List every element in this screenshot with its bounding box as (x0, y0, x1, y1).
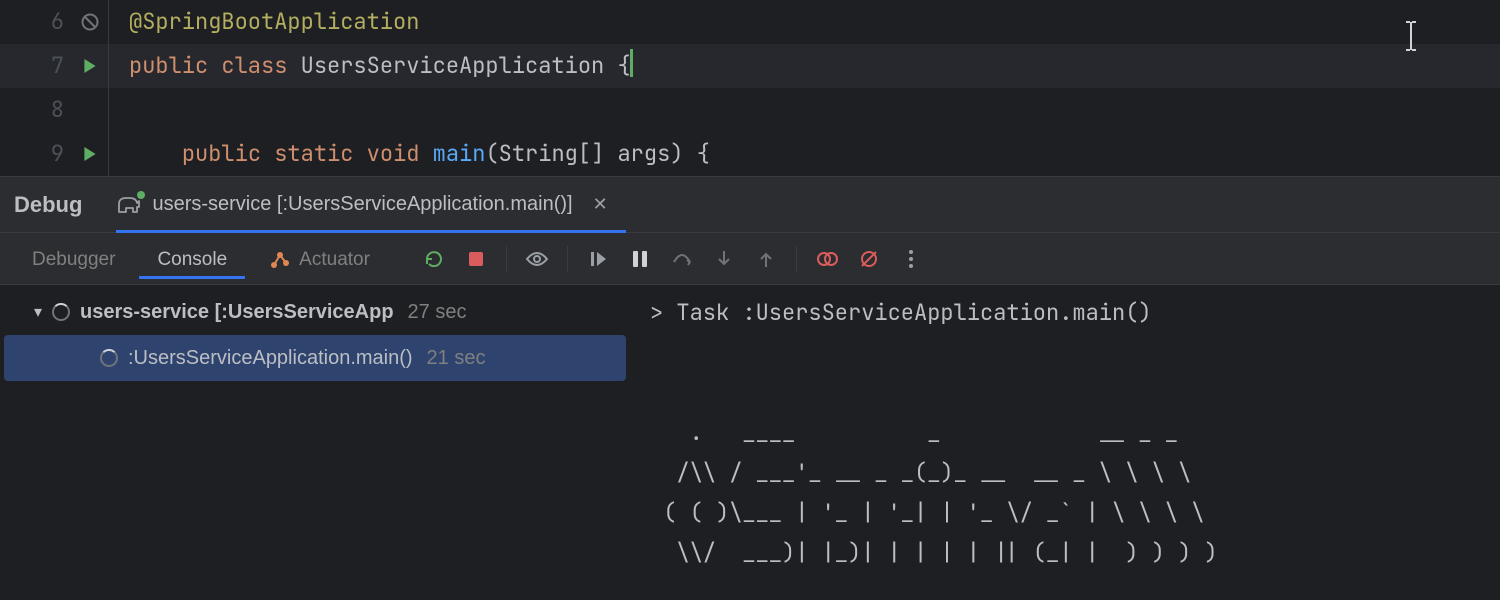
caret (630, 49, 633, 77)
tree-root-row[interactable]: ▾ users-service [:UsersServiceApp 27 sec (0, 289, 630, 335)
type: String[] (499, 139, 605, 168)
debug-toolbar: Debugger Console Actuator (0, 232, 1500, 284)
console-task-line: > Task :UsersServiceApplication.main() (650, 298, 1152, 327)
run-configuration-label: users-service [:UsersServiceApplication.… (152, 193, 572, 216)
show-hide-button[interactable] (519, 241, 555, 277)
view-breakpoints-button[interactable] (809, 241, 845, 277)
tab-actuator[interactable]: Actuator (251, 239, 388, 279)
step-out-button[interactable] (748, 241, 784, 277)
ascii-line: ( ( )\___ | '_ | '_| | '_ \/ _` | \ \ \ … (650, 498, 1204, 527)
line-number: 7 (0, 44, 72, 88)
spinner-icon (52, 303, 70, 321)
debug-tool-window-title[interactable]: Debug (14, 192, 92, 218)
tab-debugger[interactable]: Debugger (14, 239, 133, 279)
spinner-icon (100, 349, 118, 367)
tree-root-time: 27 sec (404, 301, 467, 324)
keyword: public (182, 139, 261, 168)
debug-panel-header: Debug users-service [:UsersServiceApplic… (0, 176, 1500, 232)
tab-actuator-label: Actuator (299, 249, 370, 271)
tab-console[interactable]: Console (139, 239, 245, 279)
more-button[interactable] (893, 241, 929, 277)
paren: ) (670, 139, 683, 168)
rerun-button[interactable] (416, 241, 452, 277)
step-into-button[interactable] (706, 241, 742, 277)
elephant-icon (116, 194, 142, 216)
tree-child-label: :UsersServiceApplication.main() (128, 347, 413, 370)
line-number: 6 (0, 0, 72, 44)
text-cursor-icon (1402, 20, 1420, 52)
keyword: void (367, 139, 420, 168)
console-output[interactable]: > Task :UsersServiceApplication.main() .… (630, 285, 1500, 600)
ascii-line: \\/ ___)| |_)| | | | | || (_| | ) ) ) ) (650, 538, 1218, 567)
arg: args (617, 139, 670, 168)
tree-child-row[interactable]: :UsersServiceApplication.main() 21 sec (4, 335, 626, 381)
run-tree[interactable]: ▾ users-service [:UsersServiceApp 27 sec… (0, 285, 630, 600)
brace: { (697, 139, 710, 168)
keyword: static (274, 139, 353, 168)
run-configuration-tab[interactable]: users-service [:UsersServiceApplication.… (116, 177, 607, 232)
resume-button[interactable] (580, 241, 616, 277)
annotation: @SpringBootApplication (129, 7, 419, 36)
stop-button[interactable] (458, 241, 494, 277)
keyword: class (221, 51, 287, 80)
run-gutter-icon[interactable] (83, 59, 97, 73)
line-number: 9 (0, 132, 72, 176)
line-number: 8 (0, 88, 72, 132)
mute-breakpoints-button[interactable] (851, 241, 887, 277)
run-gutter-icon[interactable] (83, 147, 97, 161)
tree-child-time: 21 sec (423, 347, 486, 370)
step-over-button[interactable] (664, 241, 700, 277)
actuator-icon (269, 249, 291, 271)
pause-button[interactable] (622, 241, 658, 277)
paren: ( (485, 139, 498, 168)
ascii-line: /\\ / ___'_ __ _ _(_)_ __ __ _ \ \ \ \ (650, 458, 1191, 487)
ascii-line: . ____ _ __ _ _ (650, 418, 1178, 447)
method-name: main (433, 139, 486, 168)
code-editor[interactable]: 6 @SpringBootApplication 7 public class … (0, 0, 1500, 176)
keyword: public (129, 51, 208, 80)
no-entry-icon[interactable] (81, 13, 99, 31)
close-icon[interactable]: ✕ (583, 194, 608, 215)
class-name: UsersServiceApplication (301, 51, 605, 80)
tree-root-label: users-service [:UsersServiceApp (80, 301, 394, 324)
chevron-down-icon[interactable]: ▾ (34, 302, 42, 322)
